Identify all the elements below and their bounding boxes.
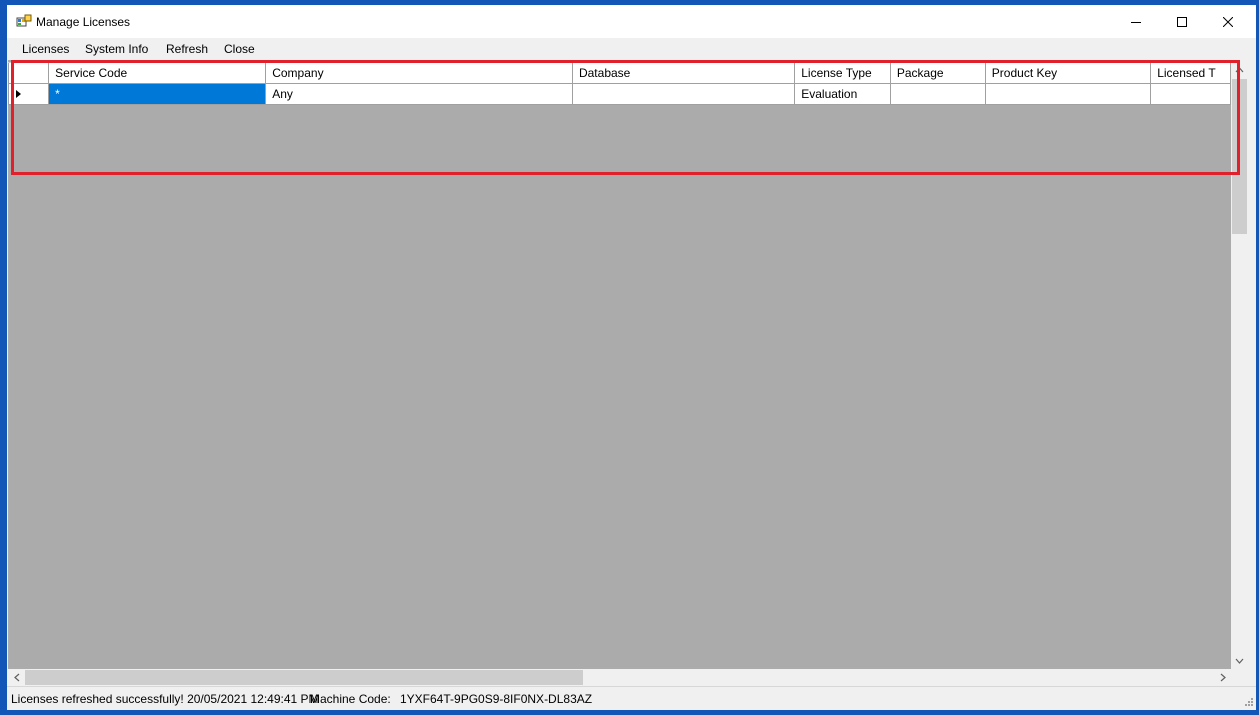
- table-row[interactable]: * Any Evaluation: [8, 83, 1231, 105]
- cell-product-key[interactable]: [984, 83, 1152, 105]
- column-header-product-key[interactable]: Product Key: [984, 62, 1152, 84]
- cell-package[interactable]: [889, 83, 986, 105]
- column-header-database[interactable]: Database: [571, 62, 796, 84]
- scroll-left-icon: [13, 673, 19, 682]
- menu-bar: Licenses System Info Refresh Close: [7, 38, 1256, 60]
- row-header[interactable]: [8, 83, 50, 105]
- scroll-up-icon: [1235, 66, 1244, 72]
- manage-licenses-window: Manage Licenses Licenses System Info Ref…: [7, 5, 1256, 710]
- vertical-scroll-thumb[interactable]: [1232, 79, 1247, 234]
- column-header-package[interactable]: Package: [889, 62, 986, 84]
- resize-grip-icon[interactable]: [1242, 697, 1254, 709]
- cell-company[interactable]: Any: [265, 83, 573, 105]
- cell-database[interactable]: [571, 83, 796, 105]
- machine-code-value: 1YXF64T-9PG0S9-8IF0NX-DL83AZ: [400, 692, 593, 706]
- licenses-table: Service Code Company Database License Ty…: [8, 62, 1231, 105]
- menu-system-info[interactable]: System Info: [85, 42, 148, 56]
- horizontal-scroll-thumb[interactable]: [25, 670, 583, 685]
- app-icon: [16, 14, 32, 30]
- vertical-scrollbar[interactable]: [1231, 61, 1248, 669]
- column-header-license-type[interactable]: License Type: [794, 62, 891, 84]
- machine-code-label: Machine Code:: [310, 692, 391, 706]
- maximize-icon: [1177, 16, 1187, 27]
- row-header-corner: [8, 62, 50, 84]
- status-message: Licenses refreshed successfully! 20/05/2…: [11, 692, 319, 706]
- minimize-button[interactable]: [1113, 5, 1159, 38]
- scroll-down-icon: [1235, 658, 1244, 664]
- scroll-up-button[interactable]: [1231, 61, 1248, 78]
- close-icon: [1223, 16, 1233, 27]
- scroll-down-button[interactable]: [1231, 652, 1248, 669]
- close-window-button[interactable]: [1205, 5, 1251, 38]
- header-row: Service Code Company Database License Ty…: [8, 62, 1231, 84]
- column-header-service-code[interactable]: Service Code: [48, 62, 267, 84]
- scroll-left-button[interactable]: [8, 669, 25, 686]
- window-title: Manage Licenses: [36, 15, 131, 29]
- row-pointer-icon: [16, 90, 21, 98]
- minimize-icon: [1131, 21, 1141, 23]
- cell-licensed-t[interactable]: [1150, 83, 1231, 105]
- menu-refresh[interactable]: Refresh: [166, 42, 208, 56]
- column-header-licensed-t[interactable]: Licensed T: [1150, 62, 1231, 84]
- scroll-right-button[interactable]: [1214, 669, 1231, 686]
- scroll-right-icon: [1220, 673, 1226, 682]
- column-header-company[interactable]: Company: [265, 62, 573, 84]
- title-bar: Manage Licenses: [7, 5, 1256, 38]
- licenses-grid[interactable]: Service Code Company Database License Ty…: [8, 60, 1231, 669]
- scrollbar-corner: [1231, 669, 1248, 686]
- cell-license-type[interactable]: Evaluation: [794, 83, 891, 105]
- cell-service-code[interactable]: *: [48, 83, 267, 105]
- maximize-button[interactable]: [1159, 5, 1205, 38]
- status-bar: Licenses refreshed successfully! 20/05/2…: [7, 686, 1256, 710]
- horizontal-scrollbar[interactable]: [8, 669, 1231, 686]
- menu-licenses[interactable]: Licenses: [22, 42, 69, 56]
- menu-close[interactable]: Close: [224, 42, 255, 56]
